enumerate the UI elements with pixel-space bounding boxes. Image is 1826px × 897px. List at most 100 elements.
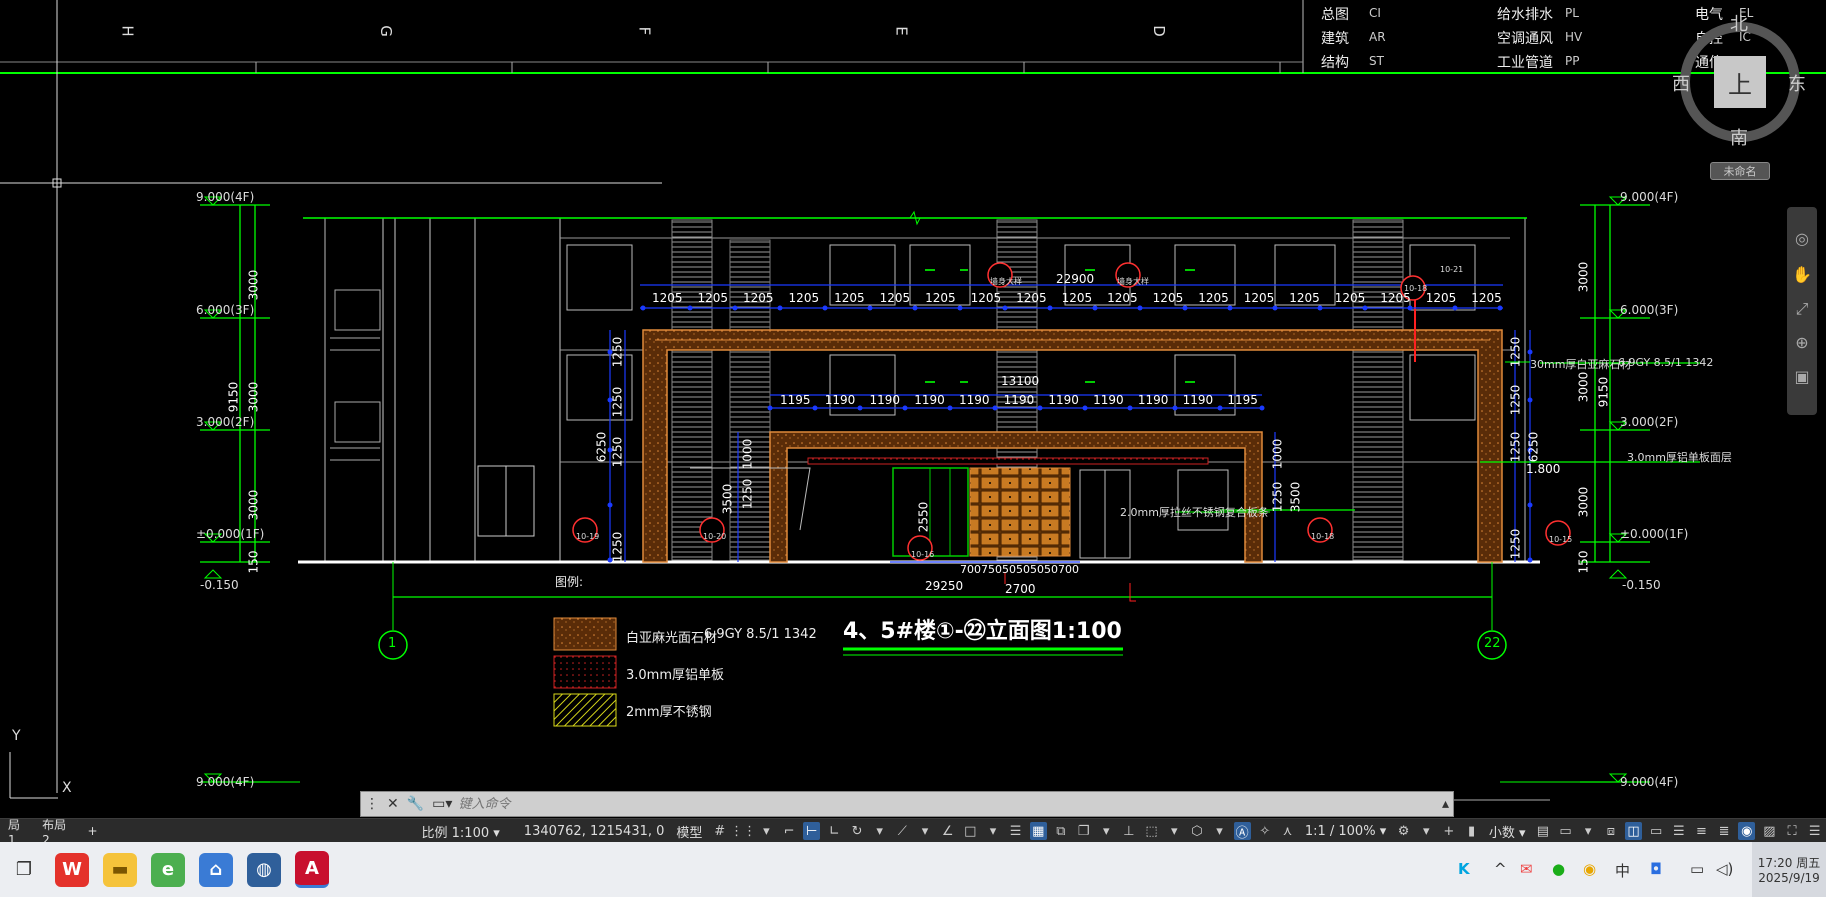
task-view-icon[interactable]: ❐ bbox=[7, 853, 41, 887]
gizmo-icon[interactable]: ⬡ bbox=[1189, 822, 1206, 840]
model-space-toggle[interactable]: 模型 bbox=[676, 822, 702, 841]
tray-ime-icon[interactable]: 中 bbox=[1615, 860, 1630, 881]
chevron-down-icon[interactable]: ▾ bbox=[871, 822, 888, 840]
legend-swatch-steel bbox=[553, 693, 617, 727]
object-snap-tracking-icon[interactable]: ∠ bbox=[939, 822, 956, 840]
chevron-down-icon[interactable]: ▾ bbox=[1166, 822, 1183, 840]
viewcube[interactable]: 北 南 西 东 上 bbox=[1668, 8, 1808, 158]
app-house-icon[interactable]: ⌂ bbox=[199, 852, 233, 887]
dim-top-segments: 1205 1205 1205 1205 1205 1205 1205 1205 … bbox=[652, 291, 1502, 305]
tray-mail-icon[interactable]: ✉ bbox=[1520, 860, 1533, 878]
pan-icon[interactable]: ✋ bbox=[1792, 265, 1812, 285]
dynamic-input-icon[interactable]: ⊢ bbox=[803, 822, 821, 840]
chevron-down-icon[interactable]: ▾ bbox=[1580, 822, 1597, 840]
legend-swatch-aluminum bbox=[553, 655, 617, 689]
elevation-drawing[interactable] bbox=[0, 0, 1826, 818]
detail-tag-label: 10-19 bbox=[576, 532, 600, 541]
selection-cycling-icon[interactable]: ⧉ bbox=[1053, 822, 1070, 840]
dynamic-ucs-icon[interactable]: ⊥ bbox=[1121, 822, 1138, 840]
wrench-icon[interactable]: 🔧 bbox=[407, 796, 424, 812]
lock-ui-icon[interactable]: ▭ bbox=[1557, 822, 1574, 840]
showmotion-icon[interactable]: ▣ bbox=[1792, 367, 1812, 387]
isolate-objects-icon[interactable]: ⧈ bbox=[1603, 822, 1620, 840]
auto-scale-icon[interactable]: ✧ bbox=[1257, 822, 1274, 840]
chevron-down-icon[interactable]: ▾ bbox=[1098, 822, 1115, 840]
customization-icon[interactable]: ▨ bbox=[1761, 822, 1778, 840]
3d-osnap-icon[interactable]: ❐ bbox=[1075, 822, 1092, 840]
polar-icon[interactable]: ↻ bbox=[849, 822, 866, 840]
dim-top-total: 22900 bbox=[1056, 272, 1095, 286]
command-input[interactable] bbox=[456, 795, 1438, 813]
zoom-extents-icon[interactable]: ⤢ bbox=[1792, 299, 1812, 319]
grid-icon[interactable]: # bbox=[711, 822, 728, 840]
annotation-scale-icon[interactable]: ⋏ bbox=[1279, 822, 1296, 840]
file-explorer-icon[interactable]: ▬ bbox=[103, 852, 137, 887]
annotation-scale-dropdown[interactable]: 1:1 / 100% ▾ bbox=[1305, 824, 1386, 839]
drawing-canvas[interactable]: H G F E D 总图 CI 给水排水 PL 电气 EL 建筑 AR 空调通风… bbox=[0, 0, 1826, 818]
annotation-visibility-icon[interactable]: Ⓐ bbox=[1233, 822, 1251, 841]
ortho-icon[interactable]: ∟ bbox=[826, 822, 843, 840]
chevron-down-icon[interactable]: ▾ bbox=[985, 822, 1002, 840]
tray-search-icon[interactable]: ◘ bbox=[1650, 860, 1662, 878]
graphics-performance-icon[interactable]: ◫ bbox=[1625, 822, 1642, 840]
viewcube-south[interactable]: 南 bbox=[1730, 124, 1748, 150]
viewcube-north[interactable]: 北 bbox=[1730, 10, 1748, 36]
chevron-down-icon[interactable]: ▾ bbox=[917, 822, 934, 840]
chevron-down-icon[interactable]: ▾ bbox=[1211, 822, 1228, 840]
menu-icon[interactable]: ☰ bbox=[1806, 822, 1823, 840]
ucs-name-menu[interactable]: 未命名 bbox=[1710, 162, 1770, 180]
tray-app-icon[interactable]: K bbox=[1458, 860, 1470, 878]
chevron-down-icon[interactable]: ▾ bbox=[758, 822, 775, 840]
viewcube-top-face[interactable]: 上 bbox=[1714, 56, 1766, 108]
tray-volume-icon[interactable]: ◁) bbox=[1716, 860, 1733, 878]
quick-properties-icon[interactable]: ▤ bbox=[1535, 822, 1552, 840]
command-line[interactable]: ⋮ ✕ 🔧 ▭▾ ▴ bbox=[360, 791, 1454, 817]
command-history-icon[interactable]: ▭▾ bbox=[432, 796, 452, 812]
units-dropdown[interactable]: 小数 ▾ bbox=[1489, 822, 1526, 841]
clean-screen-icon[interactable]: ▭ bbox=[1648, 822, 1665, 840]
dim-right-inner-1250-a: 1250 bbox=[1508, 336, 1523, 368]
dim-mid-seg: 1190 bbox=[869, 393, 901, 407]
dim-mid-total: 13100 bbox=[1001, 374, 1040, 388]
snap-icon[interactable]: ⋮⋮ bbox=[730, 822, 756, 840]
globe-icon[interactable]: ◍ bbox=[247, 852, 281, 887]
callout-steel-strip: 2.0mm厚拉丝不锈钢复合板条 bbox=[1120, 506, 1269, 519]
autocad-icon[interactable]: A bbox=[295, 851, 329, 888]
coordinates-readout[interactable]: 1340762, 1215431, 0 bbox=[524, 824, 665, 839]
lineweight-icon[interactable]: ☰ bbox=[1007, 822, 1024, 840]
isodraft-icon[interactable]: ⟋ bbox=[894, 822, 911, 840]
add-icon[interactable]: + bbox=[1441, 822, 1458, 840]
properties-icon[interactable]: ☰ bbox=[1670, 822, 1687, 840]
orbit-icon[interactable]: ⊕ bbox=[1792, 333, 1812, 353]
axis-label-22: 22 bbox=[1484, 636, 1501, 651]
navigation-bar[interactable]: ◎ ✋ ⤢ ⊕ ▣ bbox=[1787, 207, 1817, 415]
chevron-down-icon[interactable]: ▾ bbox=[1418, 822, 1435, 840]
transparency-icon[interactable]: ▦ bbox=[1029, 822, 1047, 840]
tray-network-icon[interactable]: ▭ bbox=[1690, 860, 1704, 878]
steering-wheel-icon[interactable]: ◎ bbox=[1792, 229, 1812, 249]
selection-filter-icon[interactable]: ⬚ bbox=[1143, 822, 1160, 840]
dim-inner-1250-c: 1250 bbox=[610, 436, 625, 468]
grip-icon[interactable]: ⋮ bbox=[365, 796, 379, 812]
system-clock[interactable]: 17:20 周五 2025/9/19 bbox=[1752, 842, 1826, 897]
units-icon[interactable]: ▮ bbox=[1463, 822, 1480, 840]
add-layout-button[interactable]: + bbox=[79, 824, 105, 838]
object-snap-icon[interactable]: □ bbox=[962, 822, 979, 840]
hardware-acceleration-icon[interactable]: ◉ bbox=[1738, 822, 1756, 840]
wps-icon[interactable]: W bbox=[55, 852, 89, 887]
browser-icon[interactable]: e bbox=[151, 852, 185, 887]
dim-right-3000-c: 3000 bbox=[1576, 486, 1591, 518]
tray-shield-icon[interactable]: ◉ bbox=[1583, 860, 1596, 878]
tray-wechat-icon[interactable]: ● bbox=[1552, 860, 1565, 878]
scale-dropdown[interactable]: 比例 1:100 ▾ bbox=[422, 822, 500, 841]
list-icon[interactable]: ≣ bbox=[1716, 822, 1733, 840]
layers-icon[interactable]: ≡ bbox=[1693, 822, 1710, 840]
infer-icon[interactable]: ⌐ bbox=[781, 822, 798, 840]
tray-chevron-up-icon[interactable]: ^ bbox=[1494, 860, 1507, 878]
chevron-up-icon[interactable]: ▴ bbox=[1442, 796, 1449, 812]
workspace-gear-icon[interactable]: ⚙ bbox=[1395, 822, 1412, 840]
viewcube-east[interactable]: 东 bbox=[1788, 70, 1806, 96]
close-icon[interactable]: ✕ bbox=[387, 796, 399, 812]
fullscreen-icon[interactable]: ⛶ bbox=[1784, 822, 1801, 840]
viewcube-west[interactable]: 西 bbox=[1672, 70, 1690, 96]
